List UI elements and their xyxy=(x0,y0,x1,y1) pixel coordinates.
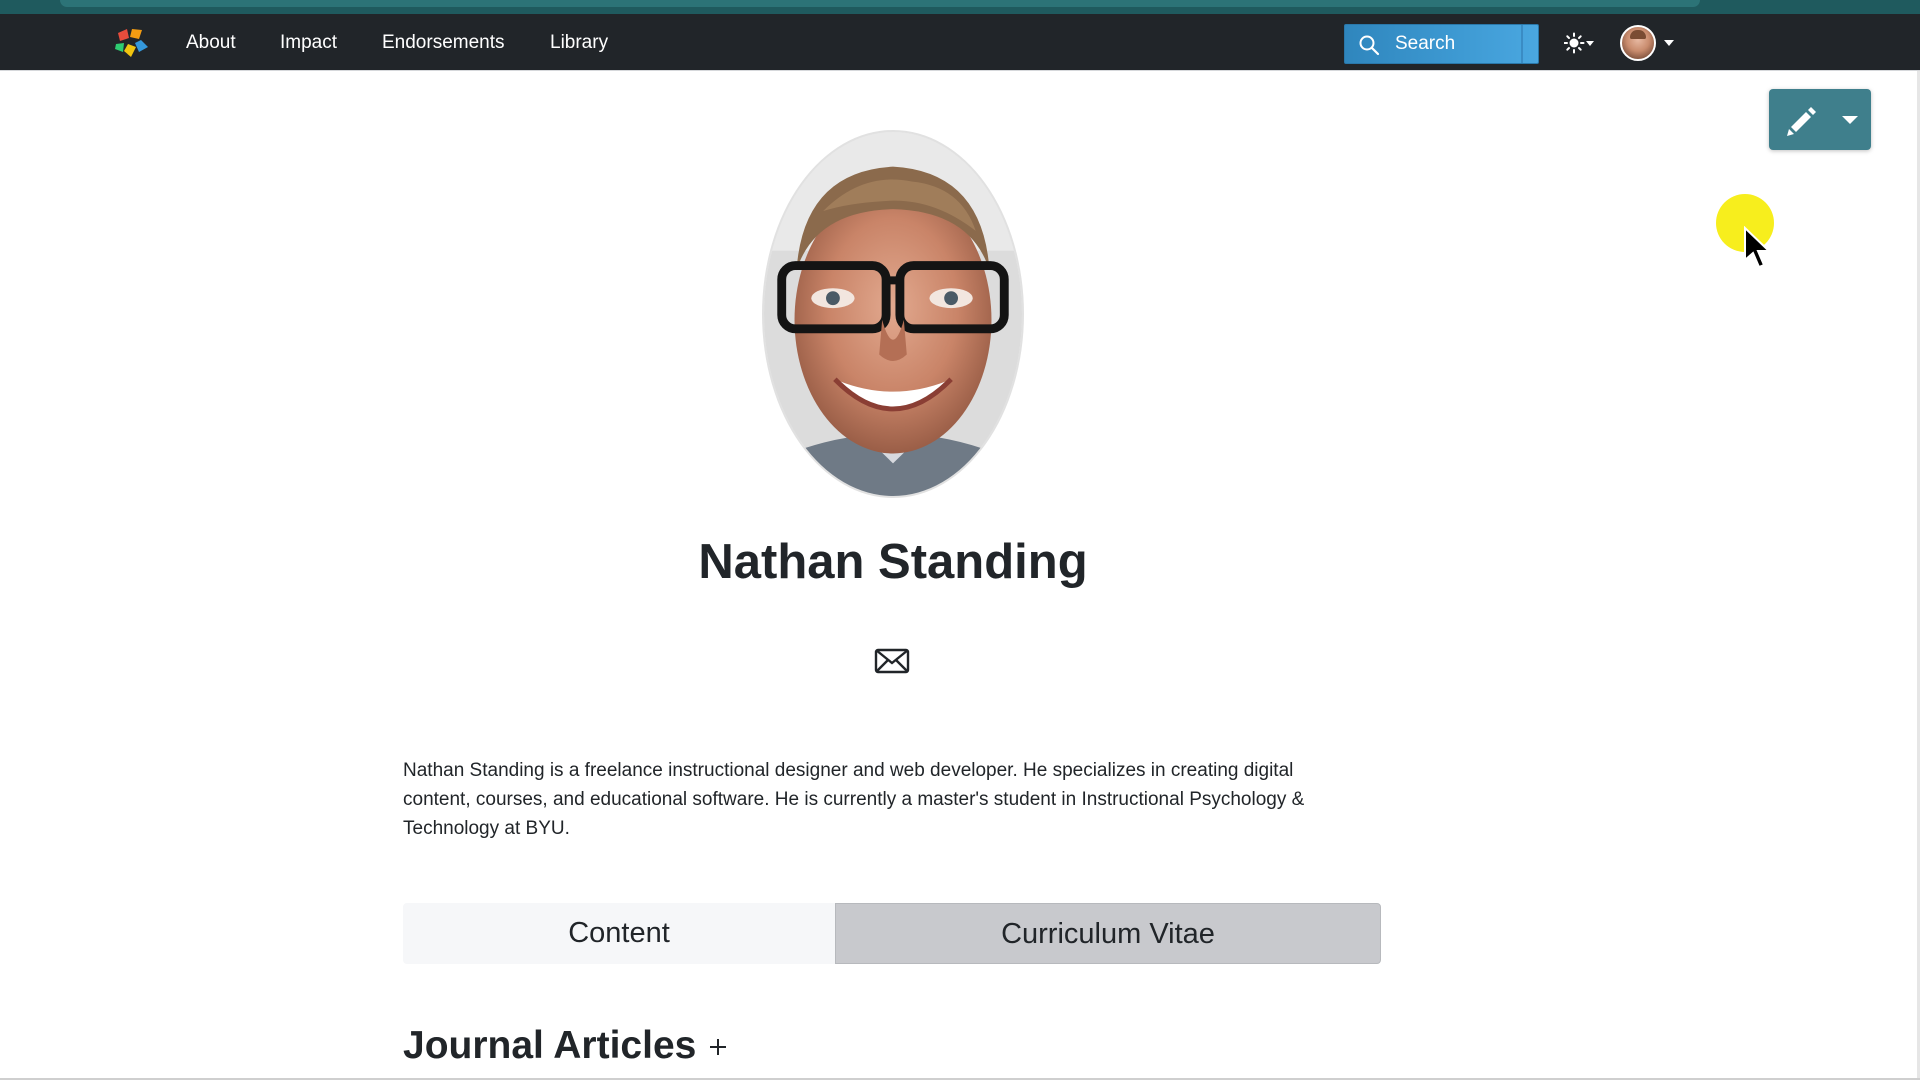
search-input[interactable] xyxy=(1395,31,1515,57)
search-divider xyxy=(1521,25,1523,63)
profile-tabs: Content Curriculum Vitae xyxy=(403,903,1381,964)
user-menu-dropdown[interactable] xyxy=(1620,25,1676,61)
profile-portrait-image xyxy=(764,132,1022,496)
top-navbar: About Impact Endorsements Library xyxy=(0,14,1920,71)
edit-dropdown-caret-icon[interactable] xyxy=(1842,116,1858,124)
pencil-icon xyxy=(1787,107,1816,136)
edit-profile-button[interactable] xyxy=(1769,89,1871,150)
nav-link-library[interactable]: Library xyxy=(550,31,608,55)
profile-name: Nathan Standing xyxy=(698,535,1088,589)
site-logo-icon[interactable] xyxy=(114,27,150,59)
nav-link-endorsements[interactable]: Endorsements xyxy=(382,31,505,55)
mouse-pointer-icon xyxy=(1744,226,1771,269)
profile-bio: Nathan Standing is a freelance instructi… xyxy=(403,760,1305,839)
theme-toggle-sun-icon[interactable] xyxy=(1564,32,1596,54)
user-avatar xyxy=(1620,25,1656,61)
nav-link-about[interactable]: About xyxy=(186,31,236,55)
plus-icon[interactable] xyxy=(707,1036,729,1058)
tab-curriculum-vitae[interactable]: Curriculum Vitae xyxy=(835,903,1381,964)
profile-photo xyxy=(762,130,1024,498)
top-accent-strip xyxy=(0,0,1920,14)
email-envelope-icon[interactable] xyxy=(874,647,910,675)
search-icon xyxy=(1359,35,1380,56)
tab-content[interactable]: Content xyxy=(403,903,835,964)
nav-link-impact[interactable]: Impact xyxy=(280,31,337,55)
chevron-down-icon xyxy=(1664,40,1674,46)
search-box[interactable] xyxy=(1344,24,1539,64)
section-title-journal-articles: Journal Articles xyxy=(403,1024,697,1067)
